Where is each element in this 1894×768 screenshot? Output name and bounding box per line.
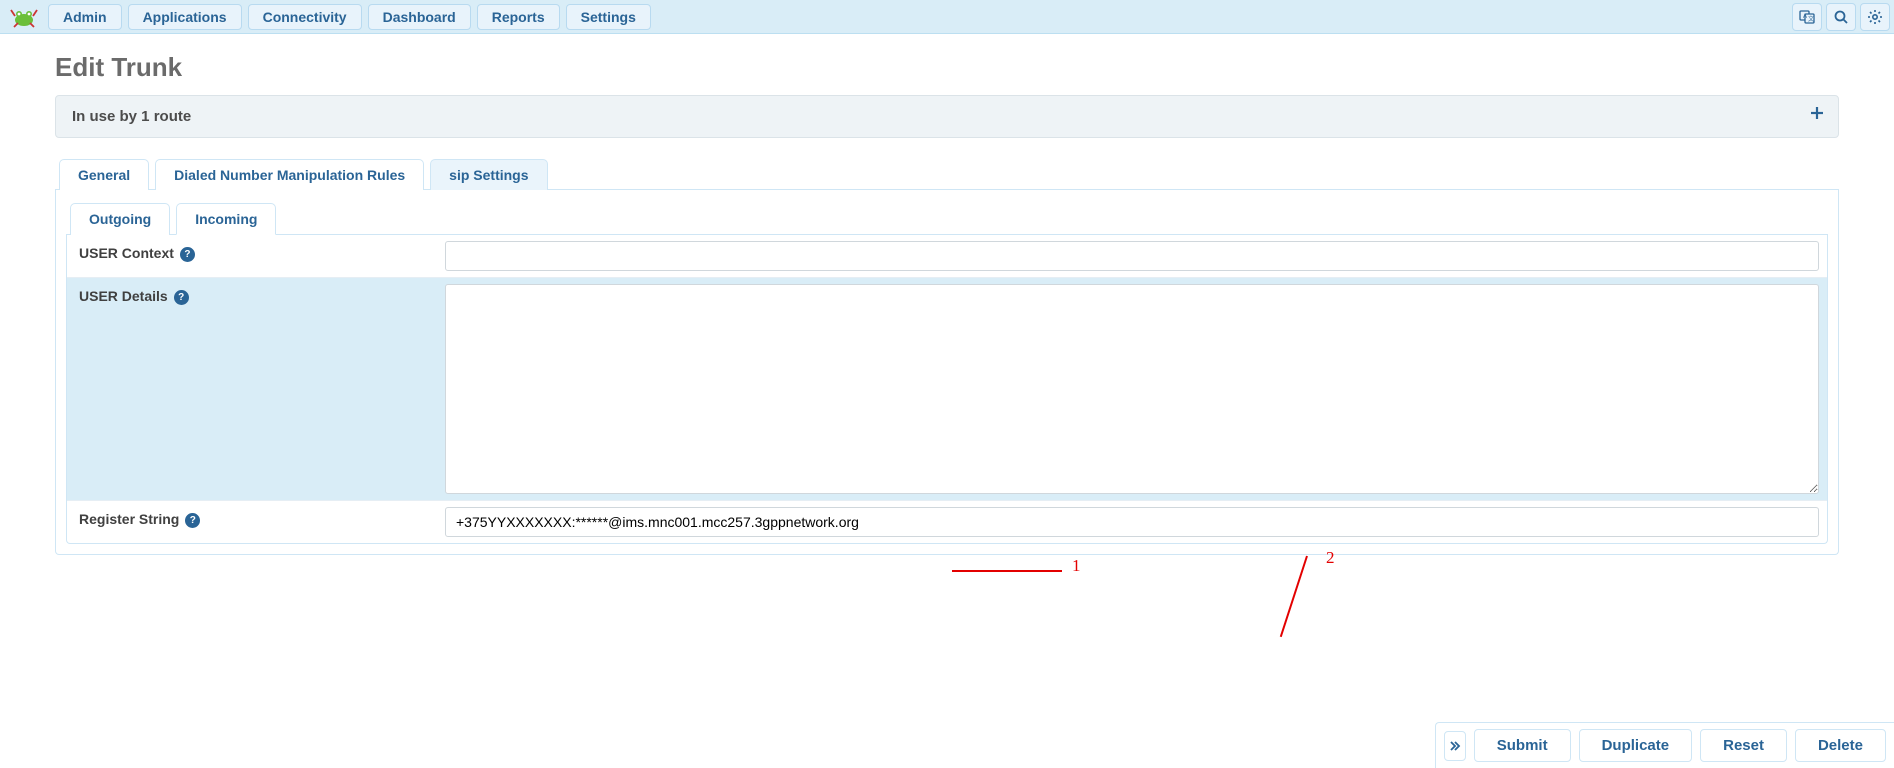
sub-tab-row: Outgoing Incoming	[66, 202, 1828, 235]
label-user-details-text: USER Details	[79, 288, 168, 304]
field-register-string	[437, 501, 1827, 543]
main-tab-row: General Dialed Number Manipulation Rules…	[55, 158, 1839, 190]
topbar-right-controls: A 文	[1792, 3, 1890, 31]
banner-expand-button[interactable]	[1810, 106, 1824, 120]
delete-button[interactable]: Delete	[1795, 729, 1886, 762]
input-register-string[interactable]	[445, 507, 1819, 537]
nav-dashboard[interactable]: Dashboard	[368, 4, 471, 30]
top-navbar: Admin Applications Connectivity Dashboar…	[0, 0, 1894, 34]
app-logo[interactable]	[6, 4, 42, 30]
help-register-string[interactable]: ?	[185, 513, 200, 528]
chevron-right-double-icon	[1449, 740, 1461, 752]
annotation-line-1	[952, 570, 1062, 572]
nav-connectivity[interactable]: Connectivity	[248, 4, 362, 30]
search-icon	[1833, 9, 1849, 25]
action-bar-collapse[interactable]	[1444, 731, 1466, 761]
help-user-details[interactable]: ?	[174, 290, 189, 305]
input-user-context[interactable]	[445, 241, 1819, 271]
row-user-context: USER Context ?	[67, 235, 1827, 278]
language-icon: A 文	[1799, 9, 1815, 25]
search-button[interactable]	[1826, 3, 1856, 31]
row-user-details: USER Details ?	[67, 278, 1827, 501]
tab-general[interactable]: General	[59, 159, 149, 190]
label-user-details: USER Details ?	[67, 278, 437, 500]
nav-admin[interactable]: Admin	[48, 4, 122, 30]
annotation-label-2: 2	[1326, 548, 1335, 568]
subtab-outgoing[interactable]: Outgoing	[70, 203, 170, 235]
tab-sip-settings[interactable]: sip Settings	[430, 159, 547, 190]
row-register-string: Register String ?	[67, 501, 1827, 543]
nav-reports[interactable]: Reports	[477, 4, 560, 30]
page-title: Edit Trunk	[55, 52, 1839, 83]
main-tab-content: Outgoing Incoming USER Context ? USER De…	[55, 190, 1839, 555]
field-user-details	[437, 278, 1827, 500]
language-button[interactable]: A 文	[1792, 3, 1822, 31]
submit-button[interactable]: Submit	[1474, 729, 1571, 762]
svg-text:文: 文	[1808, 15, 1814, 23]
page-body: Edit Trunk In use by 1 route General Dia…	[0, 34, 1894, 635]
label-user-context-text: USER Context	[79, 245, 174, 261]
label-register-string-text: Register String	[79, 511, 179, 527]
textarea-user-details[interactable]	[445, 284, 1819, 494]
annotation-label-1: 1	[1072, 556, 1081, 576]
nav-settings[interactable]: Settings	[566, 4, 651, 30]
usage-banner: In use by 1 route	[55, 95, 1839, 138]
label-user-context: USER Context ?	[67, 235, 437, 277]
field-user-context	[437, 235, 1827, 277]
duplicate-button[interactable]: Duplicate	[1579, 729, 1693, 762]
label-register-string: Register String ?	[67, 501, 437, 543]
subtab-incoming[interactable]: Incoming	[176, 203, 276, 235]
frog-logo-icon	[8, 5, 40, 29]
reset-button[interactable]: Reset	[1700, 729, 1787, 762]
usage-banner-text: In use by 1 route	[72, 108, 191, 125]
plus-icon	[1810, 106, 1824, 120]
annotation-line-2	[1280, 556, 1308, 637]
settings-gear-button[interactable]	[1860, 3, 1890, 31]
gear-icon	[1867, 9, 1883, 25]
nav-applications[interactable]: Applications	[128, 4, 242, 30]
svg-text:A: A	[1803, 14, 1807, 20]
action-bar: Submit Duplicate Reset Delete	[1435, 722, 1894, 768]
sub-tab-content: USER Context ? USER Details ?	[66, 235, 1828, 544]
tab-dialed-rules[interactable]: Dialed Number Manipulation Rules	[155, 159, 424, 190]
help-user-context[interactable]: ?	[180, 247, 195, 262]
